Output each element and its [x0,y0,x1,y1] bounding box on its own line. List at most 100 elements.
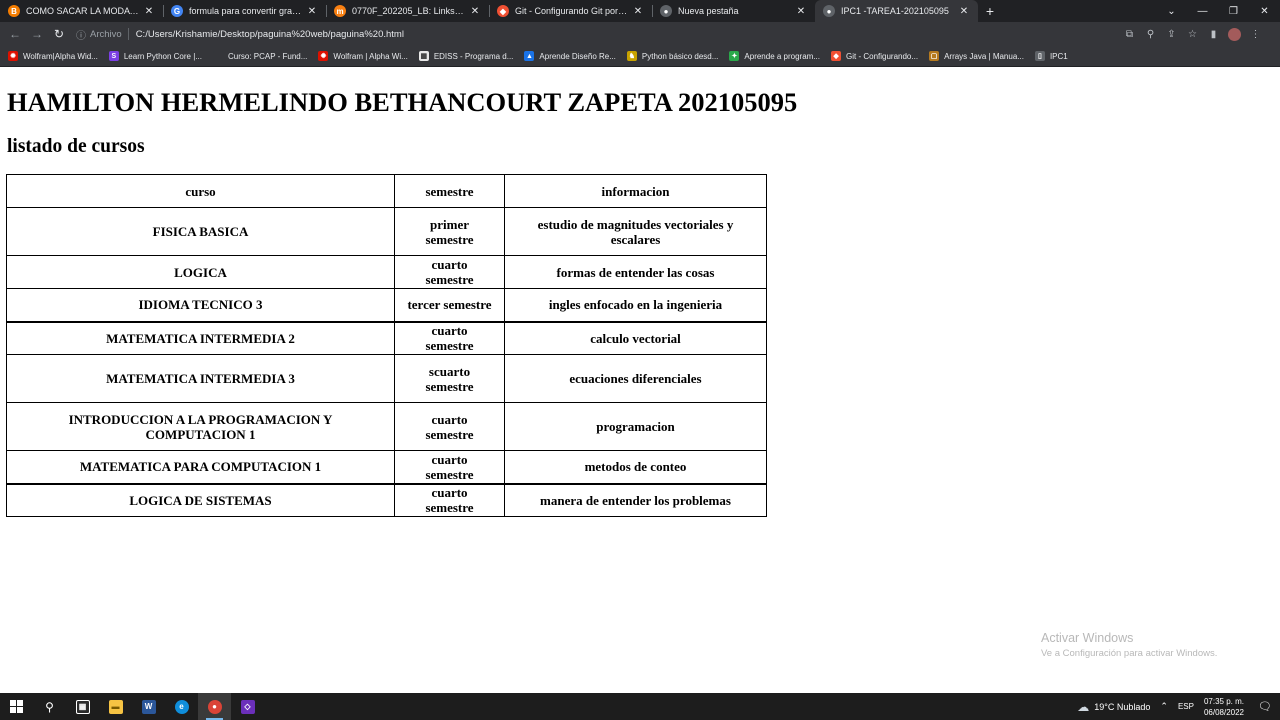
tab-title: 0770F_202205_LB: Links de ayud [352,6,465,16]
bookmark-item[interactable]: ♞ Python básico desd... [626,51,718,61]
table-header-row: curso semestre informacion [6,174,767,208]
table-row: LOGICA DE SISTEMAS cuarto semestre maner… [6,483,767,517]
browser-tab-active[interactable]: ● IPC1 -TAREA1-202105095 ✕ [815,0,978,22]
table-row: IDIOMA TECNICO 3 tercer semestre ingles … [6,288,767,323]
address-divider [127,28,129,40]
bookmark-item[interactable]: Curso: PCAP - Fund... [212,51,308,61]
clock-date: 06/08/2022 [1203,707,1244,717]
file-explorer-icon[interactable]: ▬ [99,693,132,720]
forward-icon[interactable]: → [26,27,48,41]
cell-curso: IDIOMA TECNICO 3 [6,288,395,323]
translate-icon[interactable]: ⧉ [1119,29,1140,40]
cell-informacion: manera de entender los problemas [504,483,767,517]
tab-title: Git - Configurando Git por prime [515,6,628,16]
page-subtitle: listado de cursos [7,136,145,157]
bookmark-item[interactable]: S Learn Python Core |... [108,51,202,61]
tab-strip: B COMO SACAR LA MODA | PROG ✕ G formula … [0,0,1280,22]
menu-icon[interactable]: ⋮ [1245,29,1266,40]
git-icon: ◆ [497,5,509,17]
table-row: MATEMATICA PARA COMPUTACION 1 cuarto sem… [6,450,767,485]
tab-title: Nueva pestaña [678,6,739,16]
cell-informacion: calculo vectorial [504,321,767,355]
windows-taskbar: ⚲ ▦ ▬ W e ● ◇ ☁ 19°C Nublado ⌃ ESP 07:35… [0,693,1280,720]
cell-informacion: formas de entender las cosas [504,255,767,289]
chrome-taskbar-icon[interactable]: ● [198,693,231,720]
bookmark-item[interactable]: ▯ IPC1 [1034,51,1068,61]
profile-avatar[interactable] [1228,27,1241,41]
browser-tab[interactable]: B COMO SACAR LA MODA | PROG ✕ [0,0,163,22]
restore-icon[interactable]: ❐ [1218,0,1249,22]
bookmark-item[interactable]: ▢ Arrays Java | Manua... [929,51,1024,61]
cell-semestre: cuarto semestre [394,255,505,289]
zoom-icon[interactable]: ⚲ [1140,29,1161,40]
close-window-icon[interactable]: ✕ [1249,0,1280,22]
cell-semestre: primer semestre [394,207,505,256]
back-icon[interactable]: ← [4,27,26,41]
cell-curso: LOGICA DE SISTEMAS [6,483,395,517]
courses-table: curso semestre informacion FISICA BASICA… [6,174,767,517]
share-icon[interactable]: ⇪ [1161,29,1182,40]
notifications-icon[interactable]: 🗨 [1254,700,1276,713]
close-tab-icon[interactable]: ✕ [632,6,644,17]
clock[interactable]: 07:35 p. m. 06/08/2022 [1204,696,1244,718]
side-panel-icon[interactable]: ▮ [1203,29,1224,40]
browser-tab[interactable]: G formula para convertir grados a ✕ [163,0,326,22]
weather-text: 19°C Nublado [1094,701,1151,712]
store-icon[interactable]: ▦ [66,693,99,720]
new-tab-button[interactable]: + [978,0,1002,22]
cell-curso: LOGICA [6,255,395,289]
bookmark-item[interactable]: ✹ Wolfram | Alpha Wi... [318,51,408,61]
bookmarks-bar: ✹ Wolfram|Alpha Wid... S Learn Python Core… [0,46,1280,67]
browser-toolbar: ← → ↻ ⓘ Archivo C:/Users/Krishamie/Deskt… [0,22,1280,46]
tab-title: formula para convertir grados a [189,6,302,16]
close-tab-icon[interactable]: ✕ [469,6,481,17]
sololearn-icon: S [108,51,119,61]
bookmark-label: Curso: PCAP - Fund... [227,51,308,61]
close-tab-icon[interactable]: ✕ [143,6,155,17]
window-controls: ⌄ — ❐ ✕ [1156,0,1280,22]
chevron-up-icon[interactable]: ⌃ [1160,701,1168,712]
reload-icon[interactable]: ↻ [48,27,70,41]
address-scheme-label: Archivo [90,28,122,40]
cell-curso: MATEMATICA PARA COMPUTACION 1 [6,450,395,485]
edge-icon[interactable]: e [165,693,198,720]
visual-studio-icon[interactable]: ◇ [231,693,264,720]
bookmark-item[interactable]: ✹ Wolfram|Alpha Wid... [8,51,98,61]
search-icon[interactable]: ⚲ [33,693,66,720]
browser-tab[interactable]: ● Nueva pestaña ✕ [652,0,815,22]
bookmark-item[interactable]: ▦ EDISS - Programa d... [418,51,513,61]
address-url[interactable]: C:/Users/Krishamie/Desktop/paguina%20web… [136,29,404,40]
start-button[interactable] [0,693,33,720]
cell-informacion: estudio de magnitudes vectoriales y esca… [504,207,767,256]
word-icon[interactable]: W [132,693,165,720]
tab-search-icon[interactable]: ⌄ [1156,0,1187,22]
browser-tab[interactable]: m 0770F_202205_LB: Links de ayud ✕ [326,0,489,22]
column-header-semestre: semestre [394,174,505,208]
bookmark-label: IPC1 [1049,51,1068,61]
language-indicator[interactable]: ESP [1178,702,1194,711]
close-tab-icon[interactable]: ✕ [795,6,807,17]
bookmark-label: Arrays Java | Manua... [944,51,1024,61]
windows-activation-watermark: Activar Windows Ve a Configuración para … [1041,631,1217,659]
address-bar[interactable]: ⓘ Archivo C:/Users/Krishamie/Desktop/pag… [76,22,404,46]
browser-tab[interactable]: ◆ Git - Configurando Git por prime ✕ [489,0,652,22]
weather-widget[interactable]: ☁ 19°C Nublado [1077,700,1150,714]
bookmark-item[interactable]: ◆ Git - Configurando... [831,51,918,61]
minimize-icon[interactable]: — [1187,0,1218,22]
cell-curso: INTRODUCCION A LA PROGRAMACION Y COMPUTA… [6,402,395,451]
close-tab-icon[interactable]: ✕ [306,6,318,17]
python-icon: ♞ [626,51,637,61]
cell-informacion: programacion [504,402,767,451]
cell-curso: MATEMATICA INTERMEDIA 2 [6,321,395,355]
cell-semestre: tercer semestre [394,288,505,323]
git-icon: ◆ [831,51,842,61]
cell-curso: FISICA BASICA [6,207,395,256]
wolfram-icon: ✹ [318,51,329,61]
bookmark-star-icon[interactable]: ☆ [1182,29,1203,40]
close-tab-icon[interactable]: ✕ [958,6,970,17]
table-row: INTRODUCCION A LA PROGRAMACION Y COMPUTA… [6,402,767,451]
bookmark-item[interactable]: ▲ Aprende Diseño Re... [524,51,616,61]
info-icon[interactable]: ⓘ [76,27,86,42]
bookmark-item[interactable]: ✦ Aprende a program... [729,51,820,61]
globe-icon: ● [823,5,835,17]
